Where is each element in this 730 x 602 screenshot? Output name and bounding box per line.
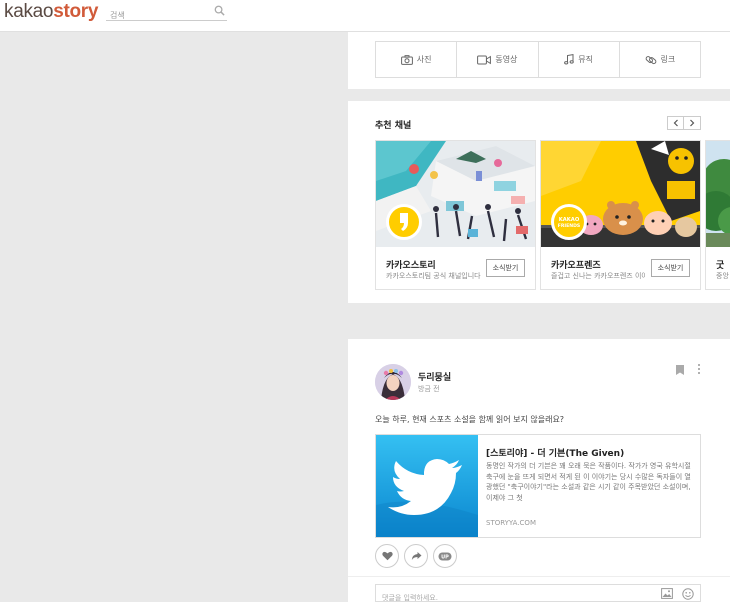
link-title: [스토리야] - 더 기븐(The Given) — [486, 449, 625, 459]
prev-channel-button[interactable] — [667, 116, 684, 130]
video-button[interactable]: 동영상 — [457, 42, 539, 77]
top-bar: kakaostory — [0, 0, 730, 32]
photo-button[interactable]: 사진 — [376, 42, 458, 77]
chevron-right-icon — [690, 119, 695, 127]
post-text: 오늘 하루, 현재 스포츠 소설을 함께 읽어 보지 않을래요? — [375, 415, 565, 424]
chevron-left-icon — [673, 119, 678, 127]
link-button[interactable]: 링크 — [620, 42, 700, 77]
comment-input[interactable] — [376, 590, 646, 602]
kakaostory-logo-icon — [400, 213, 408, 231]
write-toolbar: 사진 동영상 뮤직 링크 — [375, 41, 701, 78]
more-options-icon[interactable] — [696, 363, 702, 375]
search-icon[interactable] — [214, 5, 225, 16]
channel-description: 카카오스토리팀 공식 채널입니다 — [386, 272, 481, 280]
author-avatar[interactable] — [375, 364, 411, 400]
post-actions: UP — [375, 544, 462, 568]
channel-cards: 카카오스토리 카카오스토리팀 공식 채널입니다 소식받기 KAKAO FRIEN… — [375, 140, 730, 290]
svg-text:FRIENDS: FRIENDS — [558, 223, 581, 229]
post-card: 두리뭉실 방금 전 오늘 하루, 현재 스포츠 소설을 함께 읽어 보지 않을래… — [348, 339, 730, 602]
link-preview[interactable]: [스토리야] - 더 기븐(The Given) 동명인 작가의 더 기븐은 꽤… — [375, 434, 701, 538]
channel-description: 즐겁고 신나는 카카오프렌즈 이야기 — [551, 272, 646, 280]
subscribe-button[interactable]: 소식받기 — [486, 259, 525, 277]
photo-label: 사진 — [416, 55, 432, 64]
video-label: 동영상 — [495, 55, 518, 64]
author-name[interactable]: 두리뭉실 — [418, 370, 451, 383]
channel-name: 굿 — [716, 261, 725, 271]
link-description: 동명인 작가의 더 기븐은 꽤 오래 묵은 작품이다. 작가가 영국 유학시절 … — [486, 462, 691, 502]
link-domain: STORYYA.COM — [486, 519, 536, 527]
share-button[interactable] — [404, 544, 428, 568]
link-thumbnail — [376, 435, 478, 537]
channel-name: 카카오스토리 — [386, 261, 436, 271]
emoticon-icon[interactable] — [682, 588, 694, 600]
heart-icon — [381, 551, 393, 561]
svg-text:KAKAO: KAKAO — [559, 217, 580, 223]
subscribe-button[interactable]: 소식받기 — [651, 259, 690, 277]
svg-text:UP: UP — [441, 554, 449, 560]
channel-description: 중앙 — [716, 272, 729, 280]
link-label: 링크 — [660, 55, 676, 64]
like-button[interactable] — [375, 544, 399, 568]
twitter-bird-icon — [376, 435, 478, 537]
next-channel-button[interactable] — [684, 116, 701, 130]
divider — [348, 576, 730, 577]
post-time: 방금 전 — [418, 385, 440, 393]
channels-title: 추천 채널 — [375, 121, 412, 131]
channel-card-kakaostory[interactable]: 카카오스토리 카카오스토리팀 공식 채널입니다 소식받기 — [375, 140, 536, 290]
kakao-friends-logo-icon: KAKAOFRIENDS — [558, 217, 581, 229]
channel-name: 카카오프렌즈 — [551, 261, 601, 271]
channel-card-kakaofriends[interactable]: KAKAO FRIENDS 카카오프렌즈 즐겁고 신나는 카카오프렌즈 이야기 소… — [540, 140, 701, 290]
channel-card-partial[interactable]: 굿 중앙 — [705, 140, 730, 290]
write-panel: 사진 동영상 뮤직 링크 — [348, 32, 730, 89]
kakaostory-logo[interactable]: kakaostory — [4, 1, 98, 23]
channel-cover-image — [706, 141, 730, 247]
channels-nav — [667, 116, 701, 130]
kakaofriends-channel-logo: KAKAO FRIENDS — [551, 204, 587, 240]
comment-box — [375, 584, 701, 602]
kakaostory-channel-logo — [386, 204, 422, 240]
search-box — [106, 3, 227, 24]
recommended-channels-panel: 추천 채널 카카오스토리 카카오스토리팀 공식 채널입니다 소식받기 KAKAO… — [348, 101, 730, 303]
link-icon — [645, 55, 656, 64]
music-button[interactable]: 뮤직 — [539, 42, 620, 77]
music-note-icon — [564, 54, 575, 65]
up-badge-icon: UP — [438, 552, 452, 560]
up-button[interactable]: UP — [433, 544, 457, 568]
image-attach-icon[interactable] — [661, 588, 673, 599]
search-input[interactable] — [106, 7, 206, 24]
bookmark-icon[interactable] — [675, 364, 685, 376]
video-camera-icon — [477, 55, 492, 64]
music-label: 뮤직 — [578, 55, 593, 64]
camera-icon — [400, 54, 413, 65]
share-arrow-icon — [411, 552, 421, 560]
